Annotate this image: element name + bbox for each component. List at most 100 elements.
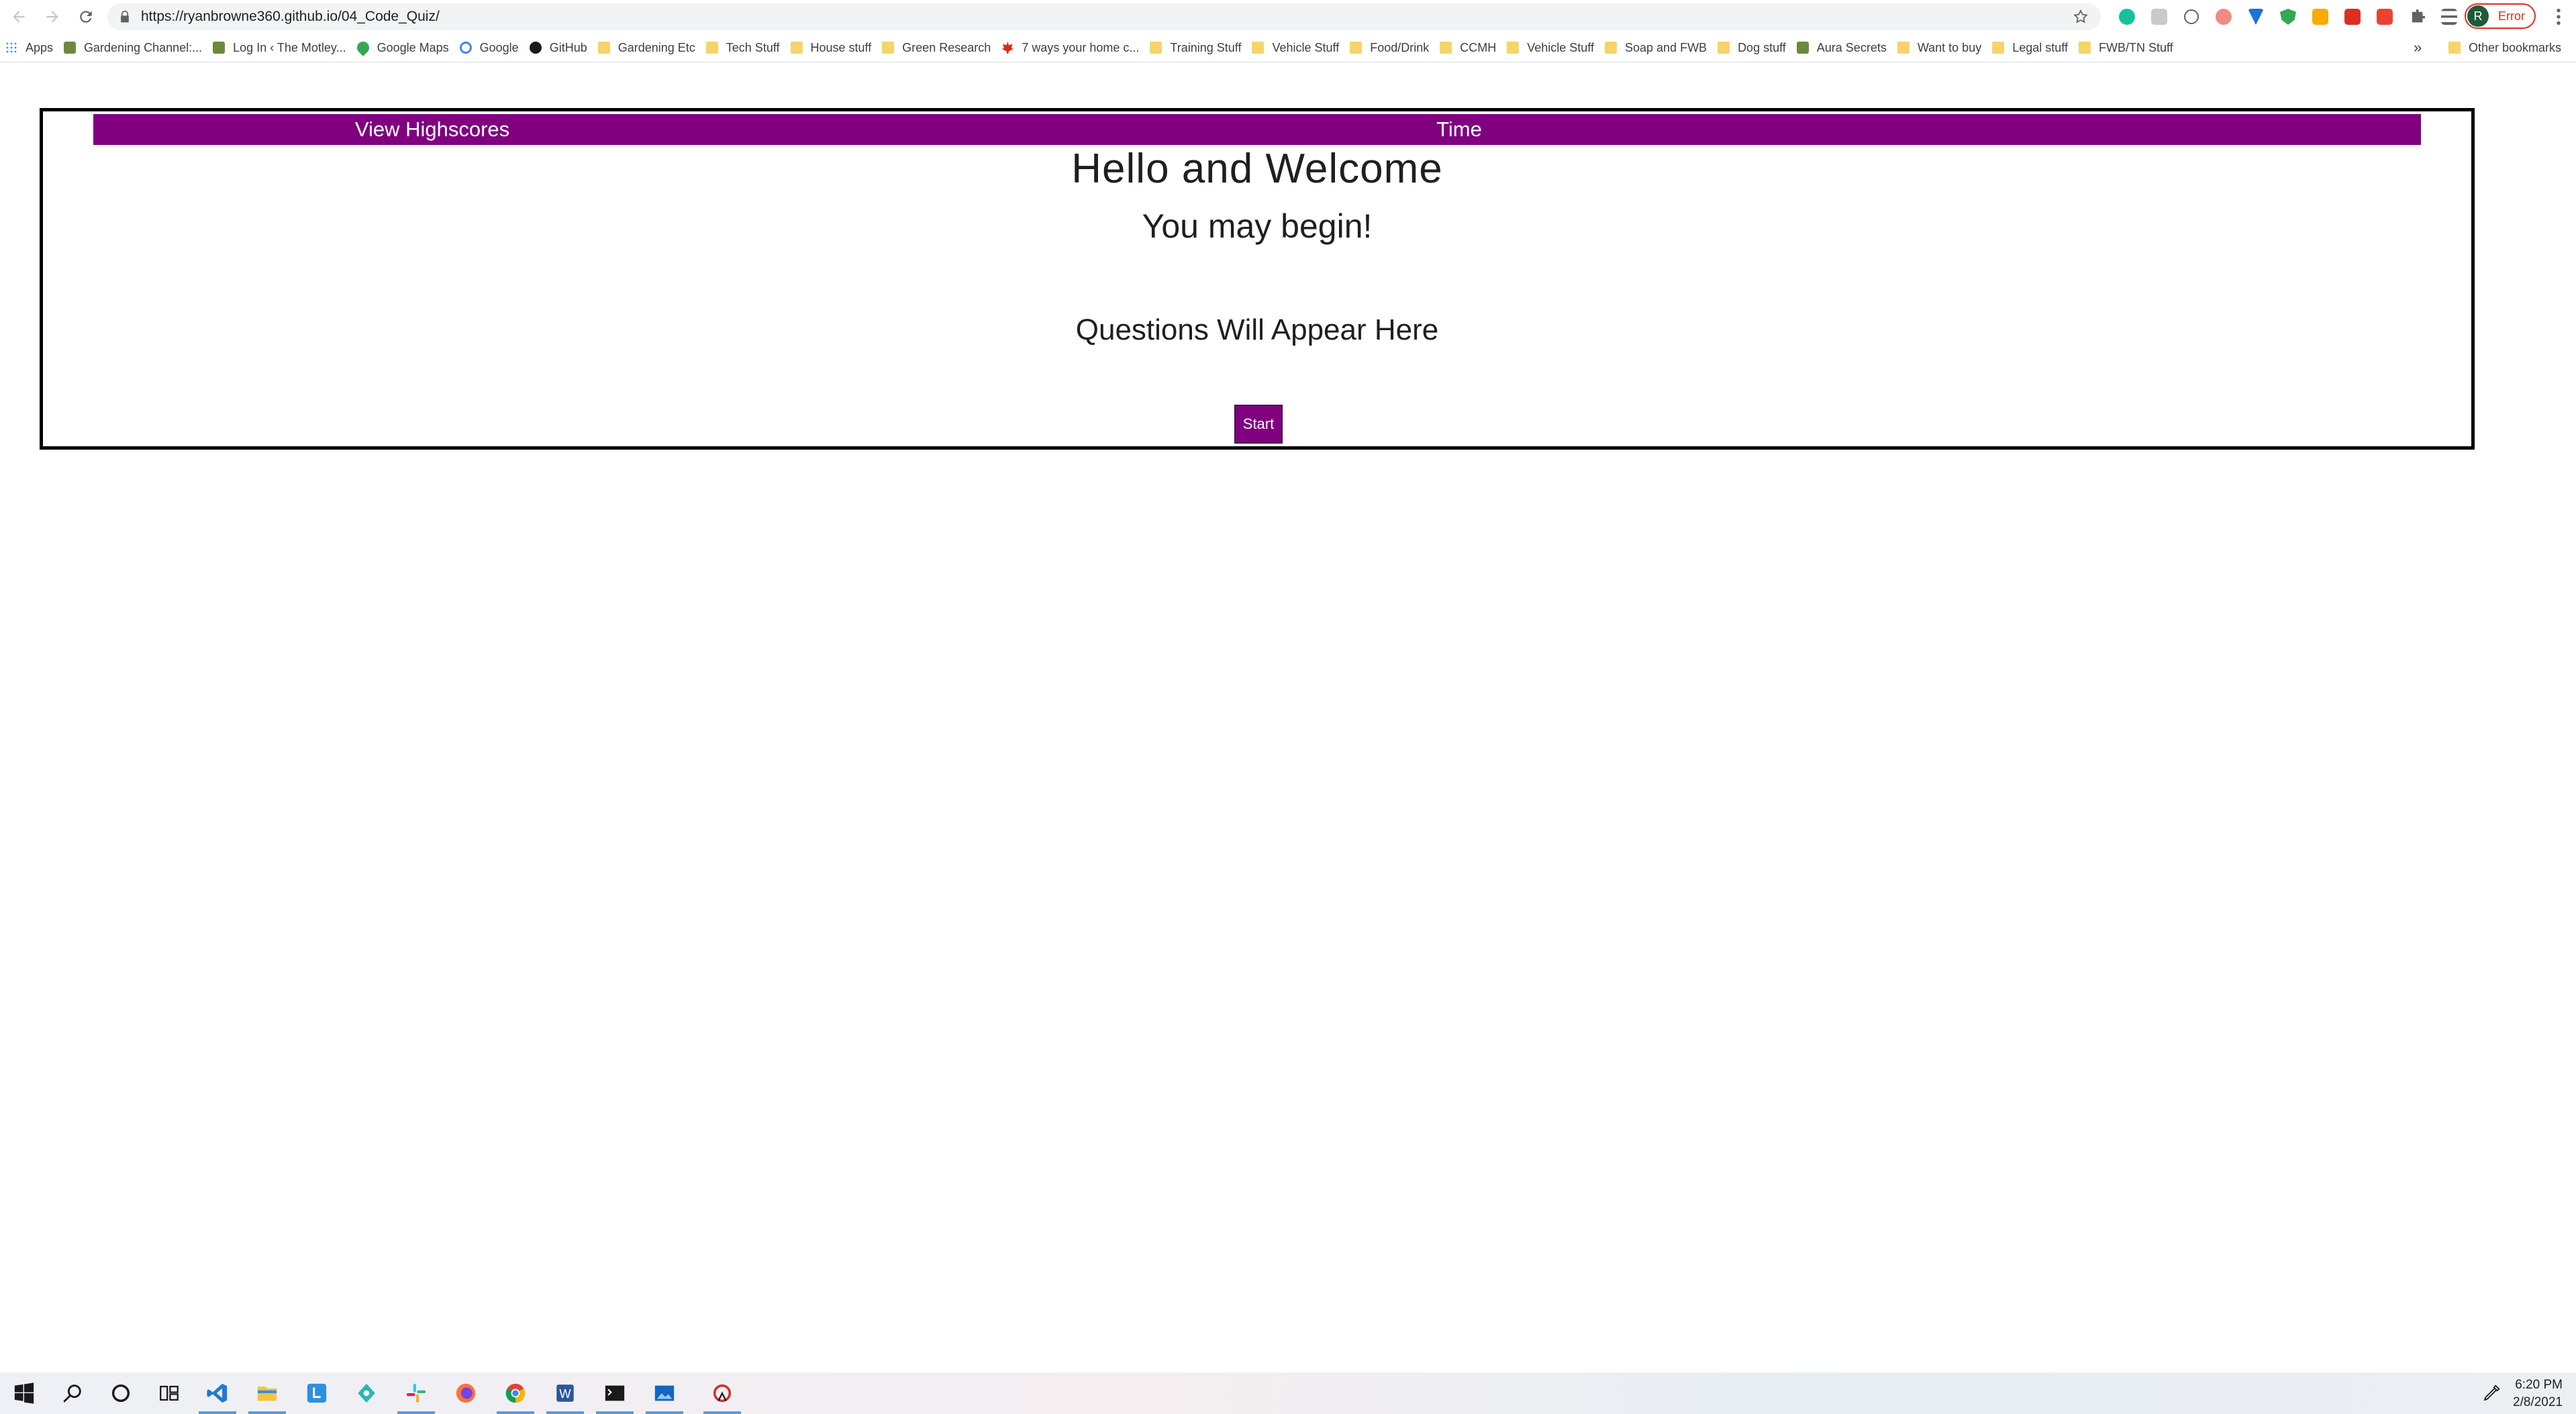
extension-orange-icon[interactable] (2308, 4, 2333, 30)
folder-icon (1440, 42, 1452, 54)
bookmark-label: Vehicle Stuff (1272, 40, 1340, 54)
bookmark-item[interactable]: Aura Secrets (1791, 36, 1892, 59)
bookmark-item[interactable]: Vehicle Stuff (1501, 36, 1599, 59)
terminal-icon[interactable] (591, 1372, 639, 1414)
bookmark-item[interactable]: 7 ways your home c... (996, 36, 1144, 59)
bookmark-label: Gardening Channel:... (84, 40, 203, 54)
reload-icon[interactable] (71, 2, 101, 32)
reading-list-icon[interactable] (2436, 4, 2462, 30)
photos-icon[interactable] (640, 1372, 689, 1414)
extension-gray-icon[interactable] (2146, 4, 2172, 30)
folder-icon (882, 42, 895, 54)
folder-icon (1897, 42, 1910, 54)
bookmark-item[interactable]: GitHub (524, 36, 593, 59)
bookmark-label: Green Research (902, 40, 991, 54)
bookmarks-overflow-icon[interactable]: » (2414, 39, 2422, 56)
profile-button[interactable]: R Error (2465, 3, 2536, 29)
vue-devtools-icon[interactable] (2243, 4, 2269, 30)
word-icon[interactable]: W (541, 1372, 589, 1414)
folder-icon (2448, 42, 2461, 54)
apps-grid-icon (5, 42, 17, 54)
screen-capture-icon[interactable] (698, 1372, 746, 1414)
extension-c-icon[interactable] (2340, 4, 2365, 30)
back-icon[interactable] (4, 2, 34, 32)
bookmark-label: Want to buy (1917, 40, 1982, 54)
cortana-icon[interactable] (97, 1372, 145, 1414)
file-explorer-icon[interactable] (243, 1372, 291, 1414)
bookmark-label: Legal stuff (2012, 40, 2068, 54)
maple-leaf-icon (1001, 42, 1014, 54)
bookmark-item[interactable]: House stuff (785, 36, 877, 59)
welcome-heading: Hello and Welcome (1071, 146, 1443, 192)
extension-mail-icon[interactable] (2372, 4, 2397, 30)
bookmark-item[interactable]: CCMH (1434, 36, 1501, 59)
forward-icon[interactable] (38, 2, 67, 32)
bookmark-label: Apps (26, 40, 54, 54)
vscode-icon[interactable] (193, 1372, 242, 1414)
begin-subheading: You may begin! (1142, 207, 1373, 245)
bookmark-item[interactable]: Food/Drink (1344, 36, 1434, 59)
browser-toolbar: https://ryanbrowne360.github.io/04_Code_… (0, 0, 2576, 34)
bookmark-item[interactable]: FWB/TN Stuff (2073, 36, 2179, 59)
start-button[interactable]: Start (1234, 405, 1283, 444)
bookmark-label: CCMH (1460, 40, 1497, 54)
bookmark-label: Other bookmarks (2469, 40, 2562, 54)
folder-icon (790, 42, 803, 54)
task-view-icon[interactable] (145, 1372, 193, 1414)
site-icon (64, 42, 77, 54)
view-highscores-link[interactable]: View Highscores (93, 114, 771, 145)
bookmark-item[interactable]: Vehicle Stuff (1246, 36, 1344, 59)
bookmark-star-icon[interactable] (2073, 9, 2089, 25)
bookmark-item[interactable]: Soap and FWB (1599, 36, 1712, 59)
maps-pin-icon (354, 39, 372, 56)
windows-start-icon[interactable] (0, 1372, 48, 1414)
folder-icon (1992, 42, 2005, 54)
l-app-icon[interactable] (293, 1372, 341, 1414)
bookmark-label: Training Stuff (1170, 40, 1242, 54)
bookmark-item[interactable]: Gardening Channel:... (58, 36, 207, 59)
bookmark-item[interactable]: Want to buy (1892, 36, 1987, 59)
bookmark-item[interactable]: Apps (0, 36, 58, 59)
slack-icon[interactable] (392, 1372, 440, 1414)
shield-icon[interactable] (2275, 4, 2301, 30)
folder-icon (705, 42, 718, 54)
bookmark-item[interactable]: Google Maps (352, 36, 454, 59)
search-icon[interactable] (48, 1372, 97, 1414)
other-bookmarks-folder[interactable]: Other bookmarks (2443, 36, 2567, 59)
bookmark-item[interactable]: Tech Stuff (701, 36, 785, 59)
bookmark-item[interactable]: Green Research (877, 36, 996, 59)
folder-icon (1252, 42, 1265, 54)
folder-icon (1605, 42, 1617, 54)
firefox-icon[interactable] (442, 1372, 490, 1414)
bookmark-label: Vehicle Stuff (1527, 40, 1594, 54)
grammarly-icon[interactable] (2114, 4, 2140, 30)
lock-icon (121, 10, 129, 23)
bookmark-item[interactable]: Log In ‹ The Motley... (207, 36, 351, 59)
more-options-icon[interactable] (2548, 6, 2569, 28)
bookmark-item[interactable]: Training Stuff (1144, 36, 1246, 59)
bookmark-item[interactable]: Gardening Etc (593, 36, 701, 59)
chrome-icon[interactable] (491, 1372, 540, 1414)
pen-workspace-icon[interactable] (2481, 1383, 2501, 1403)
address-bar[interactable]: https://ryanbrowne360.github.io/04_Code_… (107, 3, 2101, 30)
bookmark-label: FWB/TN Stuff (2098, 40, 2173, 54)
system-clock[interactable]: 6:20 PM 2/8/2021 (2513, 1376, 2563, 1411)
gitkraken-icon[interactable] (342, 1372, 391, 1414)
extension-red-icon[interactable] (2211, 4, 2236, 30)
bookmark-label: Google Maps (377, 40, 449, 54)
bookmark-item[interactable]: Google (454, 36, 524, 59)
folder-icon (1150, 42, 1162, 54)
quiz-container: View Highscores Time Hello and Welcome Y… (40, 108, 2475, 450)
bookmark-item[interactable]: Dog stuff (1712, 36, 1791, 59)
bookmark-label: Soap and FWB (1625, 40, 1707, 54)
taskbar: W 6:20 PM 2/8/2021 (0, 1372, 2576, 1414)
bookmark-label: Tech Stuff (726, 40, 780, 54)
time-label: Time (1436, 117, 1482, 141)
extension-circle-icon[interactable] (2179, 4, 2204, 30)
extensions-puzzle-icon[interactable] (2404, 4, 2430, 30)
folder-icon (1350, 42, 1363, 54)
clock-time: 6:20 PM (2515, 1378, 2563, 1392)
url-text[interactable]: https://ryanbrowne360.github.io/04_Code_… (141, 9, 440, 25)
bookmark-item[interactable]: Legal stuff (1987, 36, 2073, 59)
github-icon (529, 42, 542, 54)
